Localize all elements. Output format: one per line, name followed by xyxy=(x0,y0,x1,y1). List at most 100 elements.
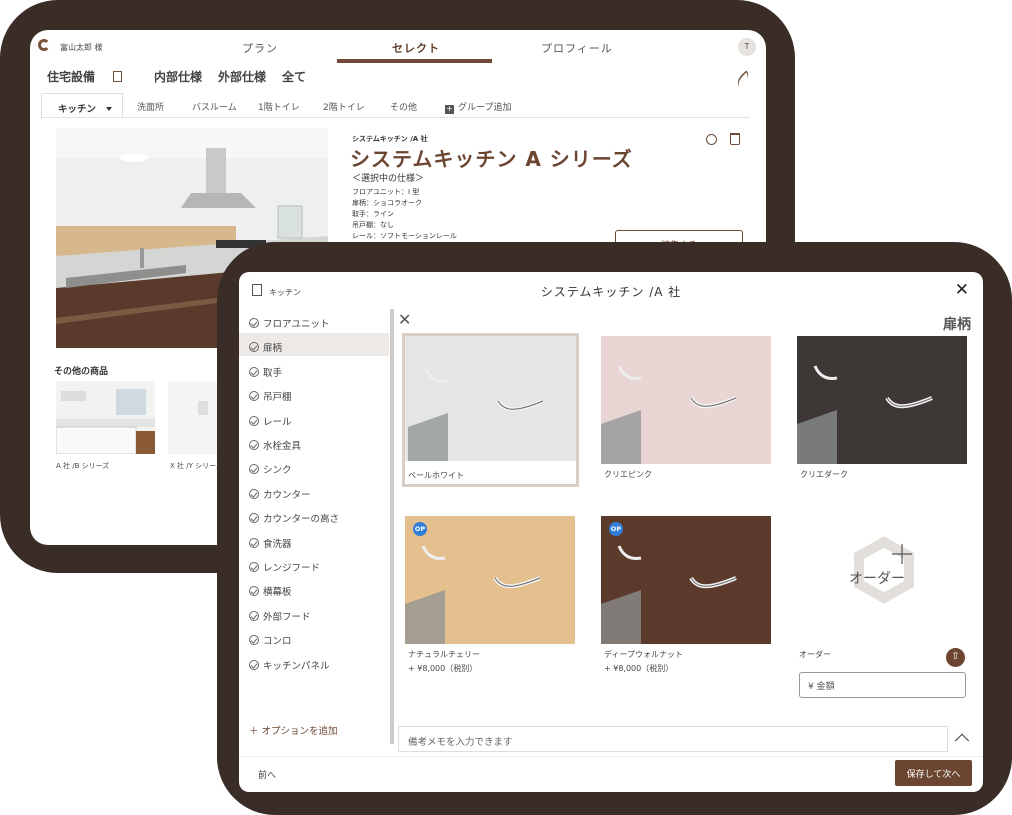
tab-plan[interactable]: プラン xyxy=(242,40,278,56)
sidebar-item[interactable]: 食洗器 xyxy=(249,536,292,550)
price-input[interactable]: ¥ 金額 xyxy=(799,672,966,698)
sidebar-item-label: レール xyxy=(263,416,292,428)
swatch-name: ペールホワイト xyxy=(408,471,464,480)
avatar[interactable]: T xyxy=(738,38,756,56)
check-circle-icon xyxy=(249,342,259,353)
copy-icon[interactable] xyxy=(706,134,717,145)
plus-icon: + xyxy=(445,104,454,114)
spec-line: 取手：ライン xyxy=(352,210,394,218)
check-circle-icon xyxy=(249,415,259,426)
sidebar-item-label: コンロ xyxy=(263,636,292,648)
sidebar-item[interactable]: 扉柄 xyxy=(249,340,282,354)
swatch-name: ナチュラルチェリー xyxy=(408,650,480,659)
category-housing-equipment[interactable]: 住宅設備 xyxy=(47,70,138,84)
check-circle-icon xyxy=(249,464,259,475)
tab-profile[interactable]: プロフィール xyxy=(541,40,613,56)
sidebar-item-label: カウンターの高さ xyxy=(263,514,340,526)
subtab-washroom[interactable]: 洗面所 xyxy=(137,100,164,113)
check-circle-icon xyxy=(249,562,259,572)
panel-close-icon[interactable]: ✕ xyxy=(398,310,411,329)
spec-line: 吊戸棚：なし xyxy=(352,221,394,229)
sidebar-item-label: 横幕板 xyxy=(263,587,292,599)
other-product-thumb[interactable] xyxy=(56,381,155,454)
modal-header: キッチン システムキッチン /A 社 ✕ xyxy=(239,272,983,309)
subtab-label: キッチン xyxy=(58,104,97,115)
sidebar-item[interactable]: カウンター xyxy=(249,487,311,501)
divider xyxy=(239,756,983,757)
top-nav: 富山太郎 様 プラン セレクト プロフィール T xyxy=(30,30,766,64)
sidebar-item[interactable]: 水栓金具 xyxy=(249,438,301,452)
sidebar-item[interactable]: コンロ xyxy=(249,633,292,647)
active-tab-indicator xyxy=(337,59,492,63)
swatch-image xyxy=(601,336,771,464)
spec-line: レール：ソフトモーションレール xyxy=(352,232,457,240)
document-icon[interactable] xyxy=(113,71,123,82)
subtab-toilet-1f[interactable]: 1階トイレ xyxy=(258,100,300,113)
tab-select[interactable]: セレクト xyxy=(392,40,440,56)
memo-input[interactable]: 備考メモを入力できます xyxy=(398,726,948,752)
sidebar-item[interactable]: フロアユニット xyxy=(249,316,330,330)
door-pattern-option[interactable]: クリエピンク xyxy=(601,336,777,496)
subtab-other[interactable]: その他 xyxy=(390,100,417,113)
add-option-label: オプションを追加 xyxy=(261,726,338,737)
order-tile[interactable]: オーダー xyxy=(799,516,969,644)
sidebar-item[interactable]: 取手 xyxy=(249,365,282,379)
category-exterior[interactable]: 外部仕様 xyxy=(218,70,266,84)
category-all[interactable]: 全て xyxy=(282,70,306,84)
check-circle-icon xyxy=(249,610,259,621)
subtab-bathroom[interactable]: バスルーム xyxy=(192,100,237,113)
sidebar-item-label: フロアユニット xyxy=(263,319,330,330)
check-circle-icon xyxy=(249,488,259,499)
order-label: オーダー xyxy=(799,650,831,659)
category-row: 住宅設備 内部仕様 外部仕様 全て xyxy=(47,68,322,85)
swatch-price: + ¥8,000（税別） xyxy=(604,664,674,673)
door-pattern-option[interactable]: OP ディープウォルナット + ¥8,000（税別） xyxy=(601,516,777,676)
other-products-title: その他の商品 xyxy=(54,367,109,377)
sidebar-item[interactable]: キッチンパネル xyxy=(249,658,330,672)
sidebar-item-label: 水栓金具 xyxy=(263,441,302,452)
chevron-up-icon[interactable] xyxy=(954,733,970,748)
sidebar-item[interactable]: カウンターの高さ xyxy=(249,511,339,525)
leaf-icon[interactable] xyxy=(733,70,753,88)
check-circle-icon xyxy=(249,513,259,524)
sidebar-item-label: レンジフード xyxy=(263,563,321,574)
subtab-kitchen[interactable]: キッチン xyxy=(41,93,123,118)
panel-title: 扉柄 xyxy=(943,317,971,333)
swatch-image xyxy=(797,336,967,464)
sidebar-item[interactable]: レンジフード xyxy=(249,560,320,574)
upload-icon[interactable]: ⇧ xyxy=(946,648,965,667)
door-pattern-option[interactable]: ペールホワイト xyxy=(402,333,581,496)
product-title: システムキッチン A シリーズ xyxy=(350,147,633,171)
sidebar-item[interactable]: 外部フード xyxy=(249,609,311,623)
trash-icon[interactable] xyxy=(730,133,740,145)
check-circle-icon xyxy=(249,537,259,548)
order-tile-label: オーダー xyxy=(849,571,905,587)
sidebar-item-label: 食洗器 xyxy=(263,538,292,550)
subtab-toilet-2f[interactable]: 2階トイレ xyxy=(323,100,365,113)
subtab-bar: キッチン 洗面所 バスルーム 1階トイレ 2階トイレ その他 + グループ追加 xyxy=(41,93,750,118)
selection-modal: キッチン システムキッチン /A 社 ✕ フロアユニット 扉柄 取手 吊戸棚 レール 水栓… xyxy=(239,272,983,792)
save-next-button[interactable]: 保存して次へ xyxy=(895,760,972,786)
swatch-image xyxy=(601,516,771,644)
spec-line: フロアユニット：I 型 xyxy=(352,188,420,196)
door-pattern-option[interactable]: クリエダーク xyxy=(797,336,973,496)
category-label: 住宅設備 xyxy=(47,70,96,84)
sidebar-scrollbar[interactable] xyxy=(390,309,394,744)
other-product-caption: A 社 /B シリーズ xyxy=(56,462,110,470)
close-icon[interactable]: ✕ xyxy=(955,280,969,300)
app-logo-icon xyxy=(38,39,50,51)
door-pattern-option[interactable]: OP ナチュラルチェリー + ¥8,000（税別） xyxy=(405,516,581,676)
sidebar-item-label: 外部フード xyxy=(263,611,311,623)
check-circle-icon xyxy=(249,318,259,328)
add-option-button[interactable]: ＋ オプションを追加 xyxy=(249,723,338,737)
sidebar-item[interactable]: 吊戸棚 xyxy=(249,389,292,403)
check-circle-icon xyxy=(249,391,259,402)
category-interior[interactable]: 内部仕様 xyxy=(154,70,202,84)
swatch-price: + ¥8,000（税別） xyxy=(408,664,478,673)
sidebar-item[interactable]: レール xyxy=(249,414,292,428)
sidebar-item[interactable]: シンク xyxy=(249,462,292,476)
prev-link[interactable]: 前へ xyxy=(258,768,276,781)
sidebar-item[interactable]: 横幕板 xyxy=(249,584,292,598)
add-group-button[interactable]: + グループ追加 xyxy=(445,100,511,114)
selected-spec-heading: ＜選択中の仕様＞ xyxy=(352,174,425,184)
